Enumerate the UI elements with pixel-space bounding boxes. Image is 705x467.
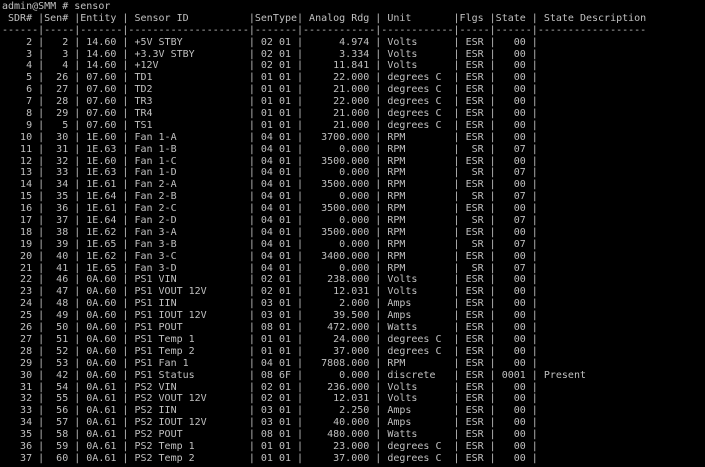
table-row: 30 | 42 | 0A.60 | PS1 Status | 08 6F | 0…: [2, 369, 586, 381]
table-row: 23 | 47 | 0A.60 | PS1 VOUT 12V | 02 01 |…: [2, 286, 538, 298]
table-separator: ------|-----|-------|-------------------…: [2, 24, 647, 36]
table-row: 2 | 2 | 14.60 | +5V STBY | 02 01 | 4.974…: [2, 36, 538, 48]
command-prompt-line: admin@SMM # sensor: [2, 1, 111, 12]
table-header: SDR# |Sen# |Entity | Sensor ID |SenType|…: [2, 12, 647, 24]
table-row: 36 | 59 | 0A.61 | PS2 Temp 1 | 01 01 | 2…: [2, 440, 538, 452]
table-row: 22 | 46 | 0A.60 | PS1 VIN | 02 01 | 238.…: [2, 274, 538, 286]
table-row: 20 | 40 | 1E.62 | Fan 3-C | 04 01 | 3400…: [2, 250, 538, 262]
table-row: 5 | 26 | 07.60 | TD1 | 01 01 | 22.000 | …: [2, 72, 538, 84]
table-row: 16 | 36 | 1E.61 | Fan 2-C | 04 01 | 3500…: [2, 203, 538, 215]
table-row: 11 | 31 | 1E.63 | Fan 1-B | 04 01 | 0.00…: [2, 143, 538, 155]
table-row: 26 | 50 | 0A.60 | PS1 POUT | 08 01 | 472…: [2, 322, 538, 334]
table-row: 7 | 28 | 07.60 | TR3 | 01 01 | 22.000 | …: [2, 96, 538, 108]
table-row: 32 | 55 | 0A.61 | PS2 VOUT 12V | 02 01 |…: [2, 393, 538, 405]
table-row: 17 | 37 | 1E.64 | Fan 2-D | 04 01 | 0.00…: [2, 215, 538, 227]
table-row: 4 | 4 | 14.60 | +12V | 02 01 | 11.841 | …: [2, 60, 538, 72]
table-row: 12 | 32 | 1E.60 | Fan 1-C | 04 01 | 3500…: [2, 155, 538, 167]
table-row: 25 | 49 | 0A.60 | PS1 IOUT 12V | 03 01 |…: [2, 310, 538, 322]
table-row: 27 | 51 | 0A.60 | PS1 Temp 1 | 01 01 | 2…: [2, 333, 538, 345]
table-row: 13 | 33 | 1E.63 | Fan 1-D | 04 01 | 0.00…: [2, 167, 538, 179]
table-row: 21 | 41 | 1E.65 | Fan 3-D | 04 01 | 0.00…: [2, 262, 538, 274]
table-row: 18 | 38 | 1E.62 | Fan 3-A | 04 01 | 3500…: [2, 226, 538, 238]
table-row: 10 | 30 | 1E.60 | Fan 1-A | 04 01 | 3700…: [2, 131, 538, 143]
table-row: 34 | 57 | 0A.61 | PS2 IOUT 12V | 03 01 |…: [2, 417, 538, 429]
table-row: 19 | 39 | 1E.65 | Fan 3-B | 04 01 | 0.00…: [2, 238, 538, 250]
table-row: 15 | 35 | 1E.64 | Fan 2-B | 04 01 | 0.00…: [2, 191, 538, 203]
table-row: 24 | 48 | 0A.60 | PS1 IIN | 03 01 | 2.00…: [2, 298, 538, 310]
table-row: 9 | 5 | 07.60 | TS1 | 01 01 | 21.000 | d…: [2, 119, 538, 131]
table-row: 37 | 60 | 0A.61 | PS2 Temp 2 | 01 01 | 3…: [2, 452, 538, 464]
table-row: 14 | 34 | 1E.61 | Fan 2-A | 04 01 | 3500…: [2, 179, 538, 191]
table-row: 29 | 53 | 0A.60 | PS1 Fan 1 | 04 01 | 78…: [2, 357, 538, 369]
table-row: 8 | 29 | 07.60 | TR4 | 01 01 | 21.000 | …: [2, 108, 538, 120]
table-row: 6 | 27 | 07.60 | TD2 | 01 01 | 21.000 | …: [2, 84, 538, 96]
table-row: 31 | 54 | 0A.61 | PS2 VIN | 02 01 | 236.…: [2, 381, 538, 393]
table-row: 33 | 56 | 0A.61 | PS2 IIN | 03 01 | 2.25…: [2, 405, 538, 417]
terminal-window[interactable]: admin@SMM # sensor SDR# |Sen# |Entity | …: [0, 0, 705, 467]
sensor-table-body: 2 | 2 | 14.60 | +5V STBY | 02 01 | 4.974…: [2, 37, 705, 465]
table-row: 35 | 58 | 0A.61 | PS2 POUT | 08 01 | 480…: [2, 429, 538, 441]
table-row: 3 | 3 | 14.60 | +3.3V STBY | 02 01 | 3.3…: [2, 48, 538, 60]
table-row: 28 | 52 | 0A.60 | PS1 Temp 2 | 01 01 | 3…: [2, 345, 538, 357]
